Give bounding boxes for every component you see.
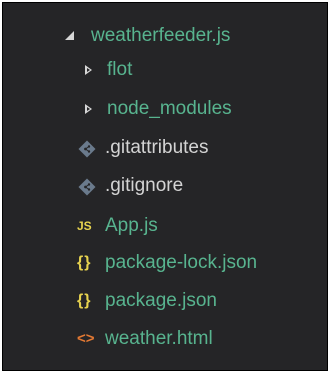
tree-item-root-folder[interactable]: weatherfeeder.js: [3, 21, 327, 51]
js-icon: JS: [77, 219, 92, 233]
chevron-right-icon[interactable]: [81, 94, 99, 124]
tree-item-file-weather-html[interactable]: <> weather.html: [3, 324, 327, 354]
tree-item-label: node_modules: [107, 98, 232, 119]
json-braces-icon: {}: [77, 292, 92, 309]
file-explorer-panel: weatherfeeder.js flot node_modules .gita…: [2, 2, 328, 371]
html-brackets-icon: <>: [77, 330, 95, 347]
git-diamond-icon: [77, 133, 99, 163]
tree-item-label: weatherfeeder.js: [91, 25, 231, 46]
json-braces-icon: {}: [77, 254, 92, 271]
chevron-right-icon[interactable]: [81, 55, 99, 85]
tree-item-label: App.js: [105, 215, 158, 236]
git-diamond-icon: [77, 171, 99, 201]
tree-item-folder-node-modules[interactable]: node_modules: [3, 94, 327, 124]
tree-item-file-app-js[interactable]: JS App.js: [3, 211, 327, 241]
tree-item-file-package-json[interactable]: {} package.json: [3, 286, 327, 316]
chevron-down-icon[interactable]: [63, 21, 81, 51]
tree-item-label: weather.html: [105, 328, 213, 349]
tree-item-file-gitattributes[interactable]: .gitattributes: [3, 133, 327, 163]
tree-item-folder-flot[interactable]: flot: [3, 55, 327, 85]
tree-item-file-gitignore[interactable]: .gitignore: [3, 171, 327, 201]
tree-item-label: package.json: [105, 290, 217, 311]
tree-item-label: flot: [107, 59, 133, 80]
tree-item-label: .gitignore: [105, 175, 184, 196]
tree-item-label: package-lock.json: [105, 252, 258, 273]
tree-item-file-package-lock-json[interactable]: {} package-lock.json: [3, 248, 327, 278]
tree-item-label: .gitattributes: [105, 137, 209, 158]
